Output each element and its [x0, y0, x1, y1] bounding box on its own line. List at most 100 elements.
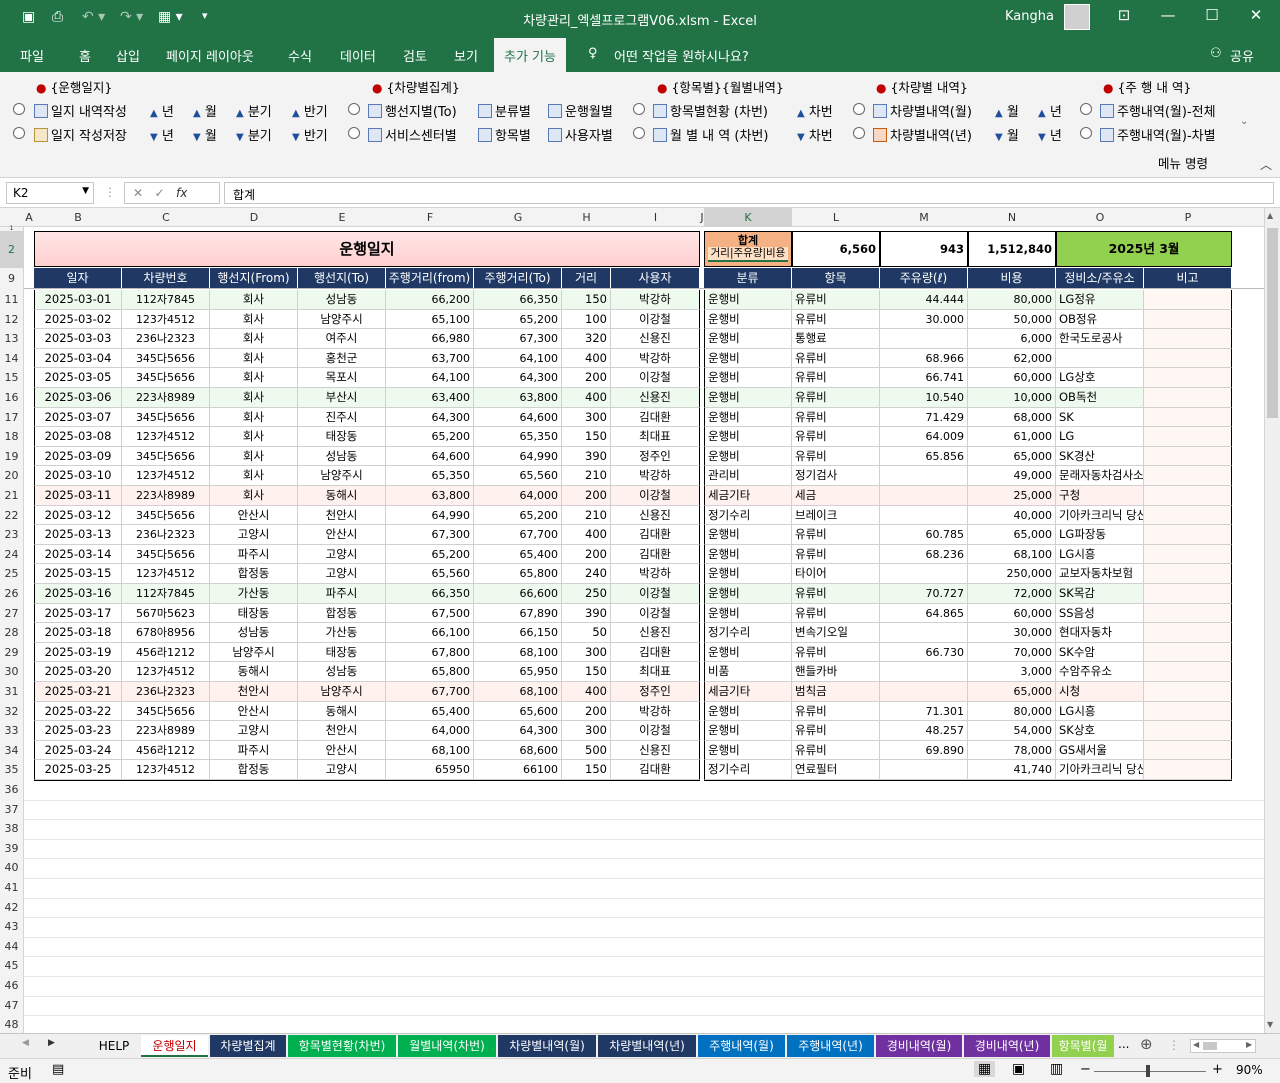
minimize-icon[interactable]: —	[1148, 6, 1188, 24]
scroll-up-icon[interactable]: ▲	[1267, 211, 1273, 220]
tab-page-layout[interactable]: 페이지 레이아웃	[166, 46, 254, 65]
table-cell[interactable]	[1144, 427, 1232, 447]
row-header[interactable]: 15	[0, 368, 23, 388]
cancel-icon[interactable]: ✕	[133, 186, 143, 200]
row-header[interactable]: 12	[0, 310, 23, 330]
table-cell[interactable]: LG정유	[1056, 290, 1144, 310]
table-cell[interactable]: SK상호	[1056, 721, 1144, 741]
radio-log-write[interactable]	[13, 103, 25, 115]
log-save-button[interactable]: 일지 작성저장	[34, 125, 127, 144]
month-up-button-2[interactable]: ▲ 월	[995, 101, 1019, 120]
table-cell[interactable]	[1144, 290, 1232, 310]
table-cell[interactable]: 2025-03-02	[34, 309, 122, 330]
table-cell[interactable]: 67,890	[474, 603, 562, 624]
table-cell[interactable]: 345다5656	[122, 544, 210, 565]
table-cell[interactable]: 66.741	[880, 368, 968, 388]
avatar[interactable]	[1064, 4, 1090, 30]
table-cell[interactable]: 운행비	[704, 446, 792, 467]
column-header[interactable]: G	[474, 211, 562, 224]
tab-file[interactable]: 파일	[20, 46, 44, 65]
scroll-down-icon[interactable]: ▼	[1267, 1020, 1273, 1029]
row-header[interactable]: 43	[0, 917, 23, 937]
table-cell[interactable]: 태장동	[210, 603, 298, 624]
table-cell[interactable]: 신용진	[611, 388, 700, 408]
column-header[interactable]: N	[968, 211, 1056, 224]
table-cell[interactable]: 김대환	[611, 642, 700, 663]
table-cell[interactable]: 71.429	[880, 407, 968, 428]
table-cell[interactable]: SS음성	[1056, 603, 1144, 624]
table-cell[interactable]: 유류비	[792, 740, 880, 761]
table-cell[interactable]: 123가4512	[122, 564, 210, 584]
year-down-button[interactable]: ▼ 년	[150, 125, 174, 144]
table-cell[interactable]	[1144, 760, 1232, 780]
sheet-tab[interactable]: 항목별(월	[1052, 1035, 1114, 1057]
table-cell[interactable]: 회사	[210, 290, 298, 310]
radio-destination[interactable]	[348, 103, 360, 115]
table-cell[interactable]: 48.257	[880, 721, 968, 741]
table-cell[interactable]: 유류비	[792, 446, 880, 467]
horizontal-scrollbar[interactable]: ◀ ▶	[1190, 1039, 1256, 1053]
table-cell[interactable]: 150	[562, 290, 611, 310]
tell-me-input[interactable]: 어떤 작업을 원하시나요?	[614, 46, 749, 65]
table-cell[interactable]: 범칙금	[792, 682, 880, 702]
sheet-tab[interactable]: 운행일지	[141, 1035, 208, 1057]
table-cell[interactable]: 파주시	[210, 544, 298, 565]
table-cell[interactable]: 운행비	[704, 603, 792, 624]
column-title[interactable]: 비고	[1144, 268, 1232, 288]
table-cell[interactable]: 345다5656	[122, 701, 210, 722]
row-header[interactable]: 27	[0, 604, 23, 624]
table-cell[interactable]: 78,000	[968, 740, 1056, 761]
table-cell[interactable]: 345다5656	[122, 446, 210, 467]
add-sheet-icon[interactable]: ⊕	[1140, 1035, 1153, 1053]
table-cell[interactable]: 홍천군	[298, 348, 386, 369]
table-cell[interactable]: 2025-03-05	[34, 368, 122, 388]
row-header[interactable]: 45	[0, 956, 23, 976]
table-cell[interactable]: 정기수리	[704, 760, 792, 780]
table-cell[interactable]	[1144, 525, 1232, 545]
table-cell[interactable]: 회사	[210, 486, 298, 506]
next-sheet-icon[interactable]: ▶	[48, 1038, 55, 1048]
table-cell[interactable]: 65,200	[474, 505, 562, 526]
table-cell[interactable]: 63,700	[386, 348, 474, 369]
table-cell[interactable]: 66,200	[386, 290, 474, 310]
radio-service-center[interactable]	[348, 127, 360, 139]
table-cell[interactable]: 운행비	[704, 290, 792, 310]
table-cell[interactable]: 태장동	[298, 642, 386, 663]
table-cell[interactable]: 63,800	[386, 486, 474, 506]
sheet-tab[interactable]: 월별내역(차번)	[398, 1035, 496, 1057]
tab-add-ins[interactable]: 추가 기능	[494, 38, 566, 72]
table-cell[interactable]: 65,800	[474, 564, 562, 584]
table-cell[interactable]: 250	[562, 584, 611, 604]
table-cell[interactable]	[1144, 603, 1232, 624]
table-cell[interactable]: 66,350	[386, 584, 474, 604]
table-cell[interactable]: 60,000	[968, 368, 1056, 388]
table-cell[interactable]: 236나2323	[122, 329, 210, 349]
table-cell[interactable]: 65,200	[474, 309, 562, 330]
table-cell[interactable]: 400	[562, 388, 611, 408]
radio-driving-all[interactable]	[1080, 103, 1092, 115]
table-cell[interactable]: 박강하	[611, 290, 700, 310]
table-cell[interactable]: 64,000	[474, 486, 562, 506]
table-cell[interactable]: 유류비	[792, 388, 880, 408]
table-cell[interactable]: 유류비	[792, 603, 880, 624]
table-cell[interactable]: 210	[562, 466, 611, 486]
table-cell[interactable]: 64,100	[386, 368, 474, 388]
table-cell[interactable]: 64,990	[474, 446, 562, 467]
table-cell[interactable]: 67,300	[474, 329, 562, 349]
table-cell[interactable]: LG시흥	[1056, 544, 1144, 565]
tab-insert[interactable]: 삽입	[116, 46, 140, 65]
table-cell[interactable]: 65,100	[386, 309, 474, 330]
table-cell[interactable]: 통행료	[792, 329, 880, 349]
table-cell[interactable]: 64,300	[474, 721, 562, 741]
zoom-out-icon[interactable]: −	[1080, 1062, 1091, 1077]
sheet-tab[interactable]: 경비내역(월)	[876, 1035, 962, 1057]
table-cell[interactable]: 동해시	[298, 486, 386, 506]
table-cell[interactable]: 66,100	[386, 623, 474, 643]
table-cell[interactable]: 300	[562, 721, 611, 741]
scroll-thumb[interactable]	[1267, 228, 1278, 418]
table-cell[interactable]: 63,800	[474, 388, 562, 408]
sheet-tab[interactable]: 차량별집계	[210, 1035, 286, 1057]
table-cell[interactable]: 운행비	[704, 368, 792, 388]
table-cell[interactable]: 2025-03-12	[34, 505, 122, 526]
table-cell[interactable]: 64,600	[386, 446, 474, 467]
